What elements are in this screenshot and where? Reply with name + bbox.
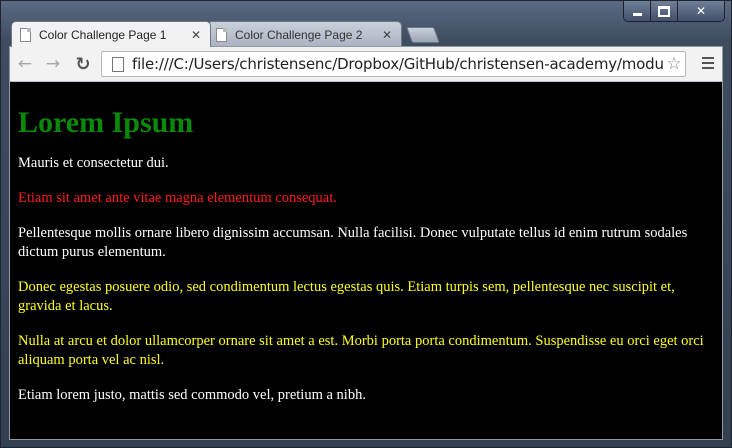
minimize-button[interactable] <box>624 1 651 21</box>
file-page-icon <box>112 56 124 72</box>
tab-strip: Color Challenge Page 1 ✕ Color Challenge… <box>11 21 611 47</box>
close-window-button[interactable]: ✕ <box>678 1 724 21</box>
page-icon <box>20 27 31 42</box>
browser-window: ✕ Color Challenge Page 1 ✕ Color Challen… <box>0 0 732 448</box>
browser-toolbar: ← → ↻ file:///C:/Users/christensenc/Drop… <box>9 46 723 82</box>
forward-button[interactable]: → <box>42 53 64 75</box>
window-controls: ✕ <box>623 1 725 22</box>
paragraph-1: Mauris et consectetur dui. <box>18 155 169 171</box>
tab-title: Color Challenge Page 2 <box>235 27 363 42</box>
paragraph-2: Etiam sit amet ante vitae magna elementu… <box>18 190 337 206</box>
menu-icon[interactable] <box>702 57 714 71</box>
tab-color-challenge-page-2[interactable]: Color Challenge Page 2 ✕ <box>207 21 402 47</box>
bookmark-star-icon[interactable]: ☆ <box>663 54 685 74</box>
tab-close-icon[interactable]: ✕ <box>381 28 393 42</box>
paragraph-3: Pellentesque mollis ornare libero dignis… <box>18 225 688 260</box>
tab-title: Color Challenge Page 1 <box>39 27 167 42</box>
url-text[interactable]: file:///C:/Users/christensenc/Dropbox/Gi… <box>132 55 663 73</box>
reload-button[interactable]: ↻ <box>72 53 94 75</box>
new-tab-button[interactable] <box>406 27 440 43</box>
page-heading: Lorem Ipsum <box>18 106 194 139</box>
address-bar[interactable]: file:///C:/Users/christensenc/Dropbox/Gi… <box>101 51 686 77</box>
paragraph-4: Donec egestas posuere odio, sed condimen… <box>18 279 675 314</box>
page-icon <box>216 27 227 42</box>
maximize-button[interactable] <box>651 1 678 21</box>
minimize-icon <box>632 12 642 16</box>
page-content: Lorem Ipsum Mauris et consectetur dui. E… <box>10 106 722 405</box>
paragraph-6: Etiam lorem justo, mattis sed commodo ve… <box>18 387 366 403</box>
tab-close-icon[interactable]: ✕ <box>190 28 202 42</box>
close-icon: ✕ <box>695 4 707 18</box>
page-viewport: Lorem Ipsum Mauris et consectetur dui. E… <box>9 82 723 440</box>
tab-color-challenge-page-1[interactable]: Color Challenge Page 1 ✕ <box>11 21 211 47</box>
paragraph-5: Nulla at arcu et dolor ullamcorper ornar… <box>18 333 704 368</box>
back-button[interactable]: ← <box>14 53 36 75</box>
maximize-icon <box>658 5 670 17</box>
